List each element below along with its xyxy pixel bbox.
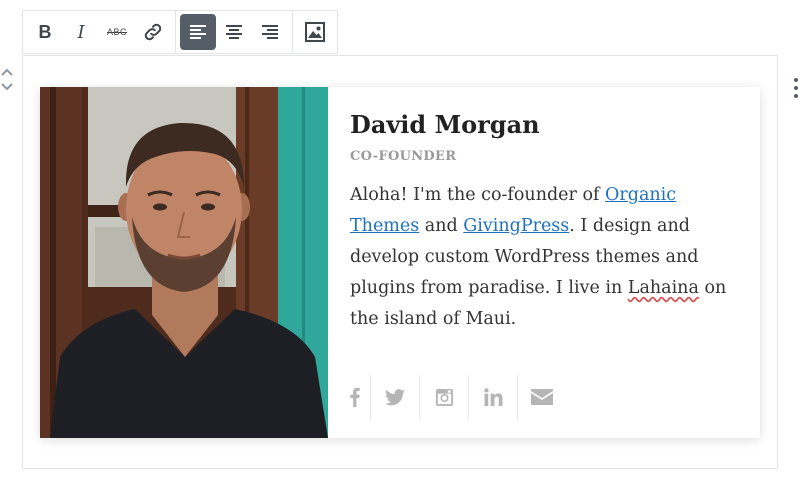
bio-text: and <box>419 216 464 236</box>
bio-text: Aloha! I'm the co-founder of <box>350 185 606 205</box>
align-left-button[interactable] <box>180 14 216 50</box>
linkedin-icon <box>483 388 502 406</box>
more-options-icon[interactable] <box>792 78 800 102</box>
twitter-link[interactable] <box>371 375 420 419</box>
formatting-toolbar: B I ABC <box>22 10 338 54</box>
misspelled-word: Lahaina <box>627 278 699 298</box>
givingpress-link[interactable]: GivingPress <box>463 216 569 236</box>
align-right-button[interactable] <box>252 14 288 50</box>
image-icon <box>305 22 325 42</box>
link-button[interactable] <box>135 14 171 50</box>
align-left-icon <box>190 25 206 39</box>
chevron-up-icon[interactable] <box>0 66 14 78</box>
replace-image-button[interactable] <box>297 14 333 50</box>
facebook-link[interactable] <box>350 375 371 419</box>
email-icon <box>531 389 553 405</box>
align-center-button[interactable] <box>216 14 252 50</box>
strikethrough-button[interactable]: ABC <box>99 14 135 50</box>
alignment-group <box>176 11 293 53</box>
bold-button[interactable]: B <box>27 14 63 50</box>
email-link[interactable] <box>518 375 566 419</box>
chevron-down-icon[interactable] <box>0 78 14 94</box>
profile-name: David Morgan <box>350 110 540 139</box>
linkedin-link[interactable] <box>469 375 518 419</box>
profile-role: CO-FOUNDER <box>350 149 457 164</box>
instagram-link[interactable] <box>420 375 469 419</box>
facebook-icon <box>350 387 360 407</box>
instagram-icon <box>435 388 453 406</box>
link-icon <box>144 23 162 41</box>
profile-card: David Morgan CO-FOUNDER Aloha! I'm the c… <box>40 87 760 438</box>
block-mover <box>0 66 14 94</box>
profile-photo[interactable] <box>40 87 328 438</box>
twitter-icon <box>385 388 405 405</box>
social-links <box>350 375 566 419</box>
align-right-icon <box>262 25 278 39</box>
align-center-icon <box>226 25 242 39</box>
italic-button[interactable]: I <box>63 14 99 50</box>
profile-content: David Morgan CO-FOUNDER Aloha! I'm the c… <box>328 87 760 438</box>
inline-format-group: B I ABC <box>23 11 176 53</box>
media-group <box>293 11 337 53</box>
profile-bio[interactable]: Aloha! I'm the co-founder of Organic The… <box>350 180 738 335</box>
